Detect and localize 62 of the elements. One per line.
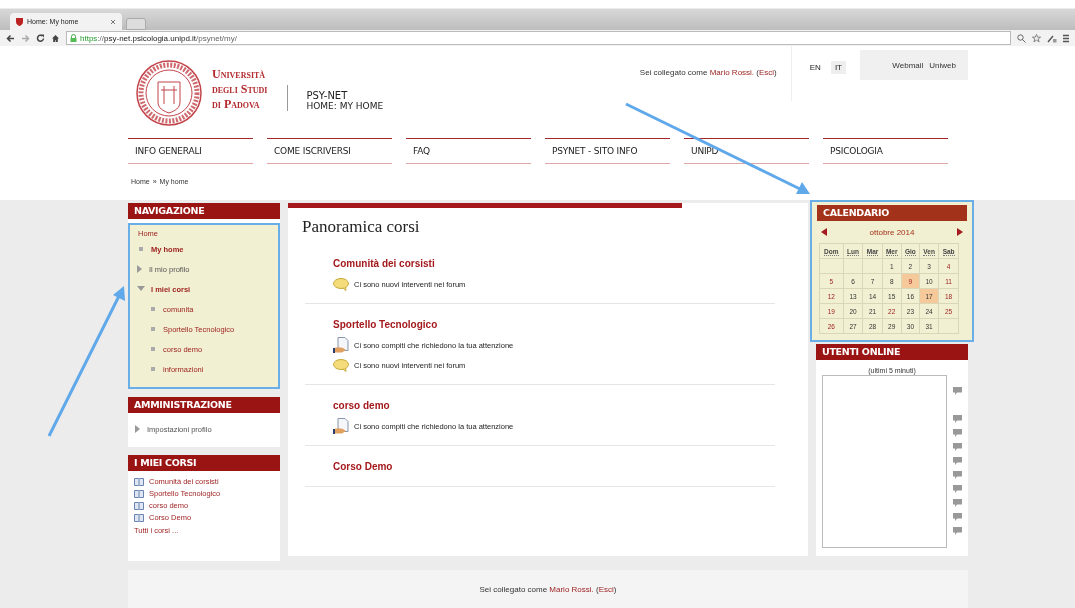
- menu-item[interactable]: PSYNET - SITO INFO: [545, 138, 670, 164]
- bullet-icon: [151, 327, 155, 331]
- collapsed-arrow-icon[interactable]: [137, 265, 143, 273]
- university-name: Università: [212, 66, 267, 82]
- user-link[interactable]: Mario Rossi.: [549, 584, 594, 594]
- speech-bubble-icon: [333, 358, 349, 372]
- book-icon: [134, 513, 144, 522]
- bullet-icon: [151, 347, 155, 351]
- document-hand-icon: [333, 337, 349, 353]
- menu-item[interactable]: FAQ: [406, 138, 531, 164]
- university-seal-logo[interactable]: [136, 60, 202, 126]
- site-name: PSY-NET: [306, 90, 349, 101]
- close-icon[interactable]: [110, 18, 116, 25]
- menu-item[interactable]: INFO GENERALI: [128, 138, 253, 164]
- back-icon[interactable]: [6, 33, 15, 43]
- block-header: NAVIGAZIONE: [128, 203, 280, 219]
- menu-item[interactable]: PSICOLOGIA: [823, 138, 948, 164]
- month-title: ottobre 2014: [869, 227, 915, 237]
- bullet-icon: [139, 247, 143, 251]
- university-name: di Padova: [212, 96, 261, 112]
- block-header: I MIEI CORSI: [128, 455, 280, 471]
- login-text: Sei collegato come Mario Rossi. (Esci): [479, 584, 617, 594]
- block-header: CALENDARIO: [817, 205, 967, 221]
- menu-item[interactable]: COME ISCRIVERSI: [267, 138, 392, 164]
- zoom-icon[interactable]: [1017, 33, 1026, 43]
- bullet-icon: [151, 367, 155, 371]
- user-link[interactable]: Mario Rossi.: [709, 68, 755, 77]
- block-header: UTENTI ONLINE: [816, 344, 968, 360]
- address-bar[interactable]: https://psy-net.psicologia.unipd.it/psynet/my/: [66, 31, 1011, 45]
- header-link[interactable]: Uniweb: [929, 61, 956, 80]
- overview-title: Panoramica corsi: [302, 217, 421, 237]
- menu-icon[interactable]: [1063, 33, 1069, 43]
- collapsed-arrow-icon[interactable]: [135, 425, 141, 433]
- page-title: HOME: MY HOME: [306, 101, 384, 112]
- bullet-icon: [151, 307, 155, 311]
- speech-bubble-icon: [333, 277, 349, 291]
- lock-icon: [70, 34, 77, 42]
- university-name: degli Studi: [212, 81, 268, 97]
- next-month-icon[interactable]: [957, 228, 963, 236]
- header-link[interactable]: Webmail: [892, 61, 924, 80]
- document-hand-icon: [333, 418, 349, 434]
- message-icon[interactable]: [953, 387, 962, 395]
- course-title-link[interactable]: corso demo: [333, 400, 390, 411]
- book-icon: [134, 501, 144, 510]
- course-title-link[interactable]: Comunità dei corsisti: [333, 258, 435, 269]
- book-icon: [134, 477, 144, 486]
- language-link[interactable]: IT: [830, 61, 846, 74]
- extension-icon[interactable]: [1047, 33, 1057, 43]
- book-icon: [134, 489, 144, 498]
- language-link[interactable]: EN: [805, 61, 825, 74]
- forward-icon[interactable]: [21, 33, 30, 43]
- previous-month-icon[interactable]: [821, 228, 827, 236]
- new-tab-button[interactable]: [126, 18, 146, 30]
- home-icon[interactable]: [51, 33, 60, 43]
- login-text: Sei collegato come Mario Rossi. (Esci): [639, 68, 777, 77]
- course-title-link[interactable]: Sportello Tecnologico: [333, 319, 438, 330]
- block-header: AMMINISTRAZIONE: [128, 397, 280, 413]
- course-title-link[interactable]: Corso Demo: [333, 461, 393, 472]
- star-icon[interactable]: [1032, 33, 1041, 43]
- reload-icon[interactable]: [36, 33, 45, 43]
- expanded-arrow-icon[interactable]: [137, 286, 145, 292]
- shield-icon: [16, 17, 23, 26]
